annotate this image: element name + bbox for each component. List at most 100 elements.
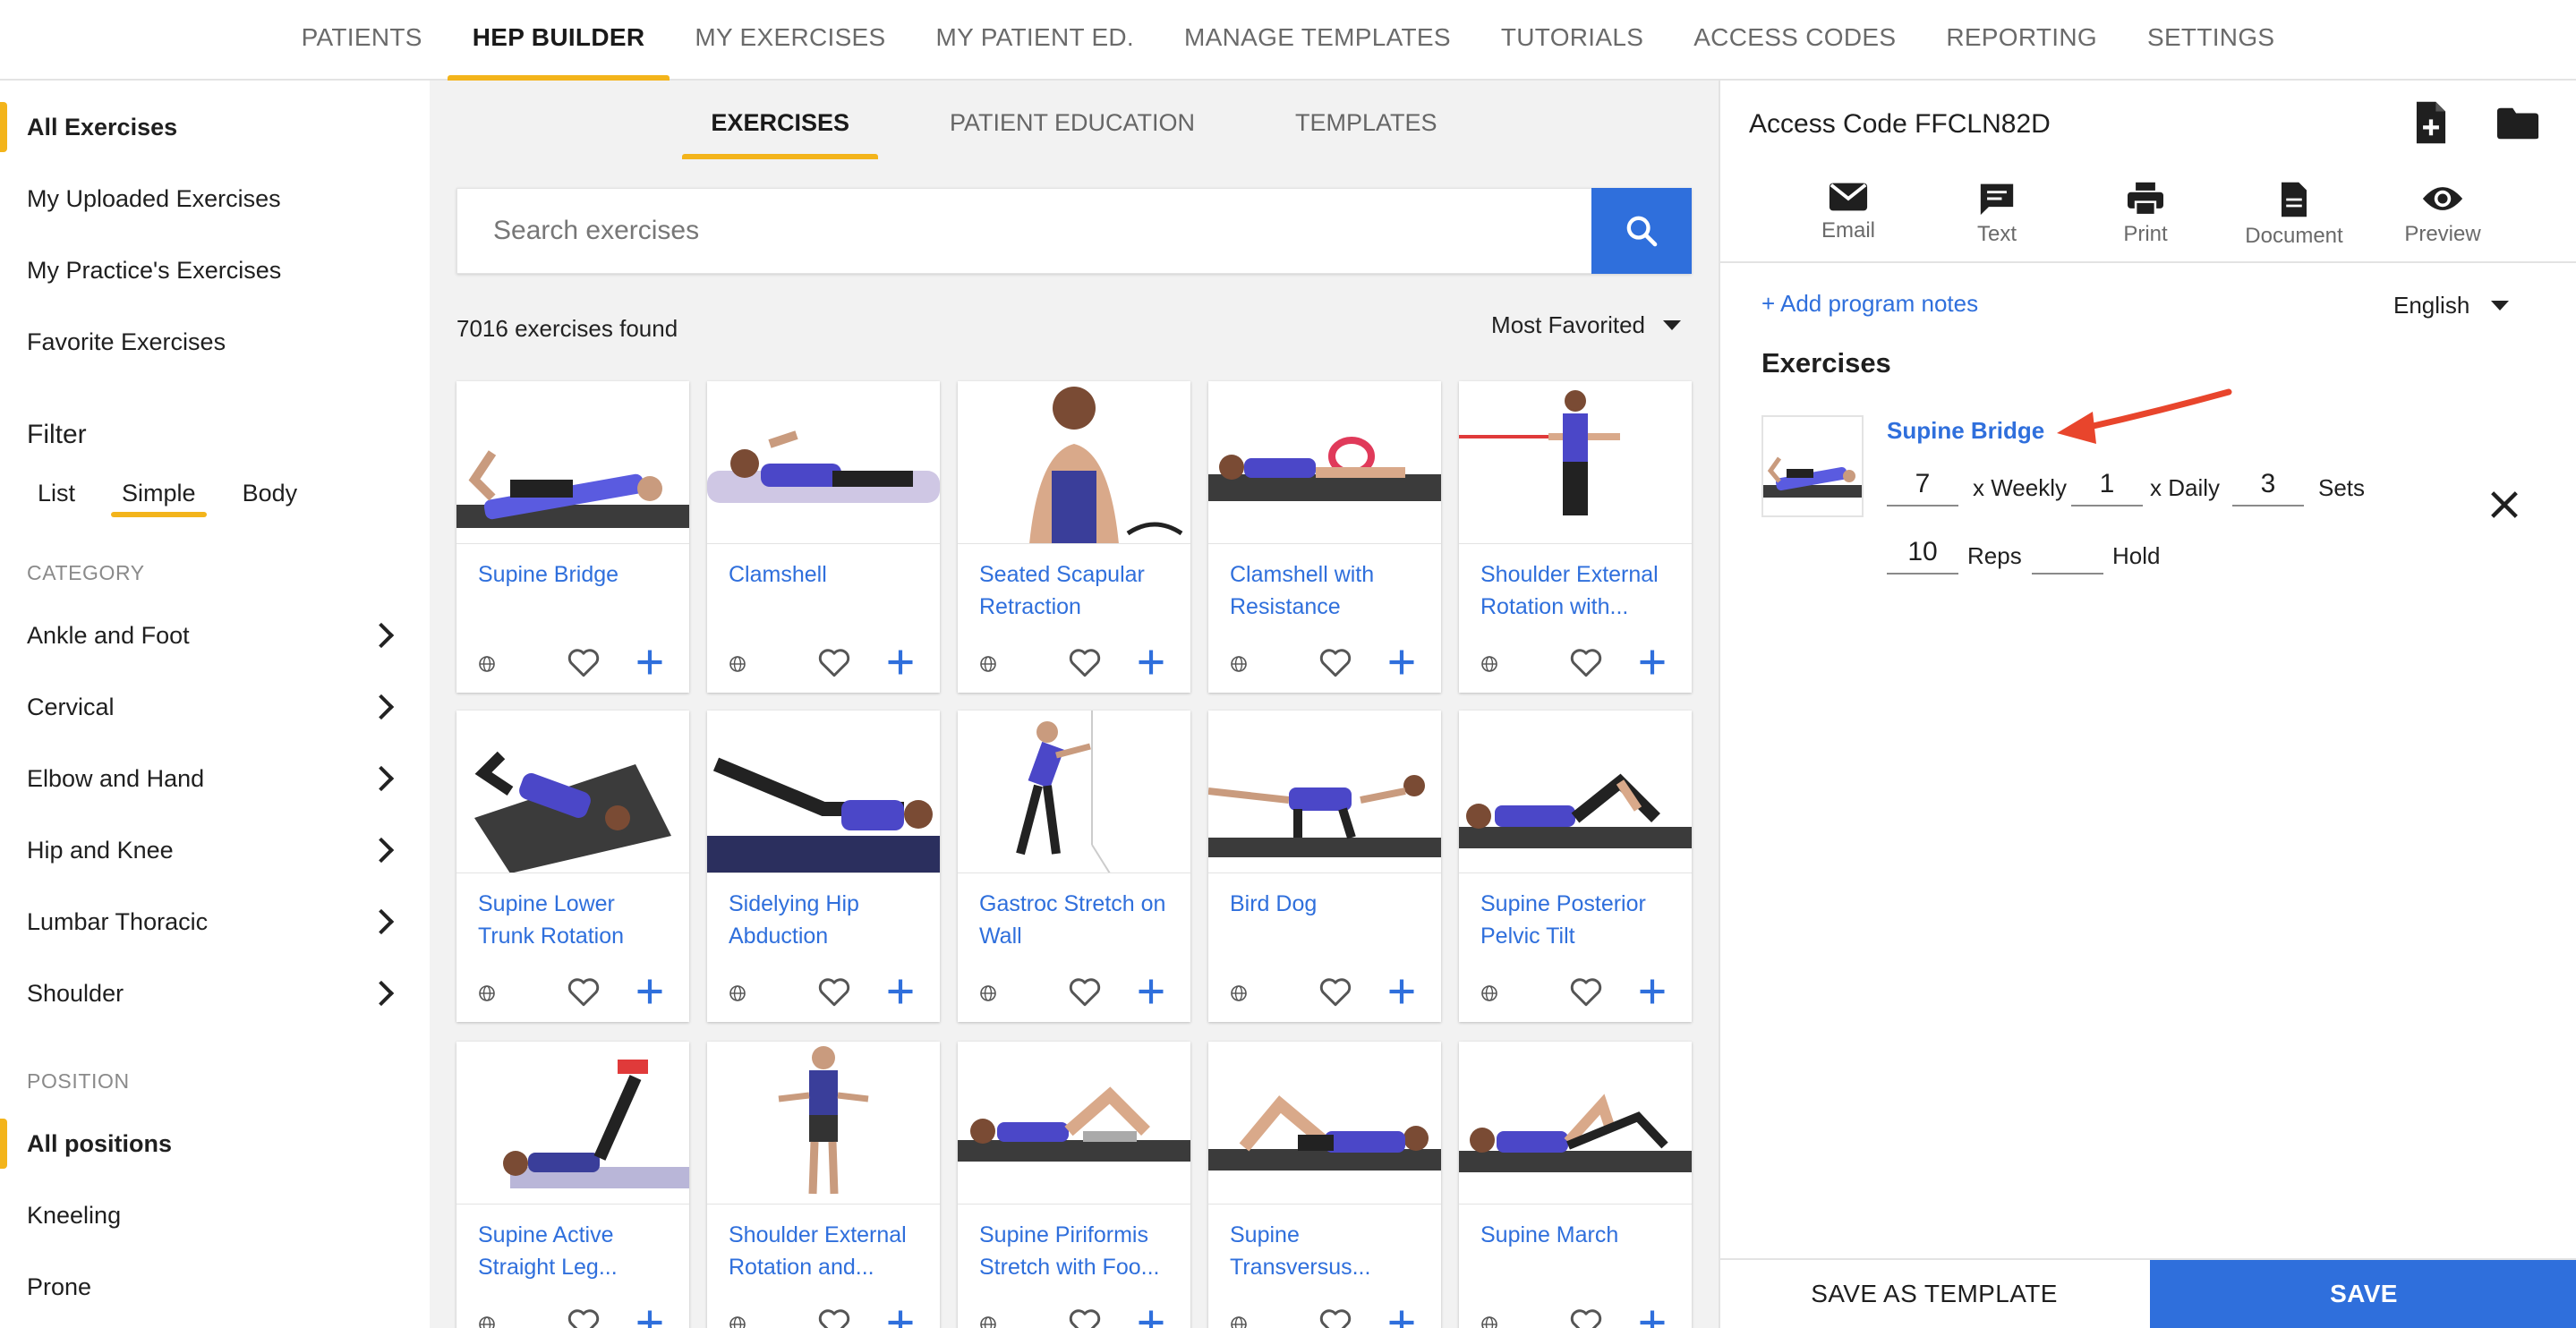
- exercise-title[interactable]: Sidelying Hip Abduction: [729, 888, 927, 952]
- position-all[interactable]: All positions: [0, 1108, 430, 1179]
- plus-icon[interactable]: [1386, 646, 1418, 678]
- exercise-thumbnail[interactable]: [1459, 381, 1692, 544]
- exercise-thumbnail[interactable]: [958, 381, 1190, 544]
- sets-field[interactable]: [2232, 464, 2304, 507]
- heart-icon[interactable]: [1568, 646, 1604, 678]
- plus-icon[interactable]: [1135, 1307, 1167, 1328]
- nav-tab-my-patient-ed[interactable]: MY PATIENT ED.: [911, 0, 1160, 81]
- search-input[interactable]: [457, 189, 1592, 273]
- exercise-title[interactable]: Supine Transversus...: [1230, 1219, 1429, 1283]
- exercise-title[interactable]: Shoulder External Rotation with...: [1480, 558, 1679, 623]
- email-action[interactable]: Email: [1774, 181, 1923, 261]
- exercise-thumbnail[interactable]: [1208, 1042, 1441, 1205]
- program-exercise-name[interactable]: Supine Bridge: [1887, 417, 2044, 445]
- nav-tab-patients[interactable]: PATIENTS: [277, 0, 448, 81]
- sidebar-link-all-exercises[interactable]: All Exercises: [0, 91, 430, 163]
- add-program-notes-link[interactable]: + Add program notes: [1761, 290, 1978, 318]
- save-as-template-button[interactable]: SAVE AS TEMPLATE: [1720, 1260, 2148, 1328]
- exercise-thumbnail[interactable]: [456, 711, 689, 873]
- subtab-patient-education[interactable]: PATIENT EDUCATION: [921, 81, 1224, 159]
- nav-tab-manage-templates[interactable]: MANAGE TEMPLATES: [1159, 0, 1476, 81]
- nav-tab-tutorials[interactable]: TUTORIALS: [1476, 0, 1668, 81]
- exercise-title[interactable]: Supine Lower Trunk Rotation: [478, 888, 677, 952]
- heart-icon[interactable]: [566, 1307, 601, 1328]
- search-button[interactable]: [1591, 188, 1692, 274]
- exercise-thumbnail[interactable]: [958, 711, 1190, 873]
- new-document-icon[interactable]: [2411, 100, 2451, 145]
- exercise-thumbnail[interactable]: [1208, 381, 1441, 544]
- exercise-title[interactable]: Supine March: [1480, 1219, 1679, 1251]
- heart-icon[interactable]: [816, 646, 852, 678]
- filter-tab-simple[interactable]: Simple: [111, 471, 207, 521]
- exercise-card[interactable]: Supine March: [1459, 1042, 1692, 1328]
- heart-icon[interactable]: [566, 646, 601, 678]
- plus-icon[interactable]: [1636, 975, 1668, 1008]
- category-cervical[interactable]: Cervical: [0, 671, 430, 743]
- heart-icon[interactable]: [816, 1307, 852, 1328]
- heart-icon[interactable]: [1067, 1307, 1103, 1328]
- language-select[interactable]: English: [2393, 292, 2510, 319]
- exercise-card[interactable]: Supine Active Straight Leg...: [456, 1042, 689, 1328]
- exercise-card[interactable]: Supine Lower Trunk Rotation: [456, 711, 689, 1022]
- plus-icon[interactable]: [634, 975, 666, 1008]
- sidebar-link-favorites[interactable]: Favorite Exercises: [0, 306, 430, 378]
- nav-tab-my-exercises[interactable]: MY EXERCISES: [670, 0, 910, 81]
- exercise-thumbnail[interactable]: [1459, 1042, 1692, 1205]
- text-action[interactable]: Text: [1923, 181, 2071, 261]
- exercise-thumbnail[interactable]: [707, 711, 940, 873]
- exercise-card[interactable]: Shoulder External Rotation and...: [707, 1042, 940, 1328]
- exercise-title[interactable]: Bird Dog: [1230, 888, 1429, 920]
- plus-icon[interactable]: [884, 646, 917, 678]
- exercise-thumbnail[interactable]: [707, 1042, 940, 1205]
- exercise-title[interactable]: Gastroc Stretch on Wall: [979, 888, 1178, 952]
- exercise-title[interactable]: Clamshell with Resistance: [1230, 558, 1429, 623]
- position-kneeling[interactable]: Kneeling: [0, 1179, 430, 1251]
- exercise-thumbnail[interactable]: [1459, 711, 1692, 873]
- subtab-templates[interactable]: TEMPLATES: [1267, 81, 1466, 159]
- exercise-card[interactable]: Gastroc Stretch on Wall: [958, 711, 1190, 1022]
- plus-icon[interactable]: [634, 1307, 666, 1328]
- heart-icon[interactable]: [1067, 646, 1103, 678]
- exercise-card[interactable]: Clamshell with Resistance: [1208, 381, 1441, 693]
- reps-field[interactable]: [1887, 532, 1958, 575]
- hold-field[interactable]: [2032, 532, 2103, 575]
- sidebar-link-my-uploaded[interactable]: My Uploaded Exercises: [0, 163, 430, 234]
- program-exercise-thumbnail[interactable]: [1761, 415, 1864, 517]
- sort-dropdown[interactable]: Most Favorited: [1491, 311, 1692, 339]
- category-lumbar-thoracic[interactable]: Lumbar Thoracic: [0, 886, 430, 958]
- exercise-title[interactable]: Clamshell: [729, 558, 927, 591]
- plus-icon[interactable]: [1135, 975, 1167, 1008]
- exercise-title[interactable]: Supine Active Straight Leg...: [478, 1219, 677, 1283]
- exercise-thumbnail[interactable]: [707, 381, 940, 544]
- plus-icon[interactable]: [1636, 646, 1668, 678]
- weekly-field[interactable]: [1887, 464, 1958, 507]
- nav-tab-settings[interactable]: SETTINGS: [2122, 0, 2299, 81]
- exercise-card[interactable]: Supine Transversus...: [1208, 1042, 1441, 1328]
- nav-tab-hep-builder[interactable]: HEP BUILDER: [447, 0, 670, 81]
- exercise-card[interactable]: Sidelying Hip Abduction: [707, 711, 940, 1022]
- plus-icon[interactable]: [1386, 1307, 1418, 1328]
- exercise-card[interactable]: Supine Posterior Pelvic Tilt: [1459, 711, 1692, 1022]
- exercise-title[interactable]: Supine Piriformis Stretch with Foo...: [979, 1219, 1178, 1283]
- exercise-thumbnail[interactable]: [958, 1042, 1190, 1205]
- plus-icon[interactable]: [1386, 975, 1418, 1008]
- plus-icon[interactable]: [884, 975, 917, 1008]
- category-elbow-hand[interactable]: Elbow and Hand: [0, 743, 430, 814]
- filter-tab-body[interactable]: Body: [232, 471, 309, 521]
- daily-field[interactable]: [2071, 464, 2143, 507]
- category-ankle-foot[interactable]: Ankle and Foot: [0, 600, 430, 671]
- exercise-card[interactable]: Bird Dog: [1208, 711, 1441, 1022]
- position-prone[interactable]: Prone: [0, 1251, 430, 1323]
- exercise-card[interactable]: Seated Scapular Retraction: [958, 381, 1190, 693]
- exercise-thumbnail[interactable]: [456, 1042, 689, 1205]
- category-shoulder[interactable]: Shoulder: [0, 958, 430, 1029]
- exercise-card[interactable]: Shoulder External Rotation with...: [1459, 381, 1692, 693]
- plus-icon[interactable]: [634, 646, 666, 678]
- heart-icon[interactable]: [566, 975, 601, 1008]
- heart-icon[interactable]: [816, 975, 852, 1008]
- remove-exercise-icon[interactable]: [2486, 487, 2522, 523]
- plus-icon[interactable]: [1135, 646, 1167, 678]
- heart-icon[interactable]: [1067, 975, 1103, 1008]
- exercise-card[interactable]: Supine Bridge: [456, 381, 689, 693]
- heart-icon[interactable]: [1568, 1307, 1604, 1328]
